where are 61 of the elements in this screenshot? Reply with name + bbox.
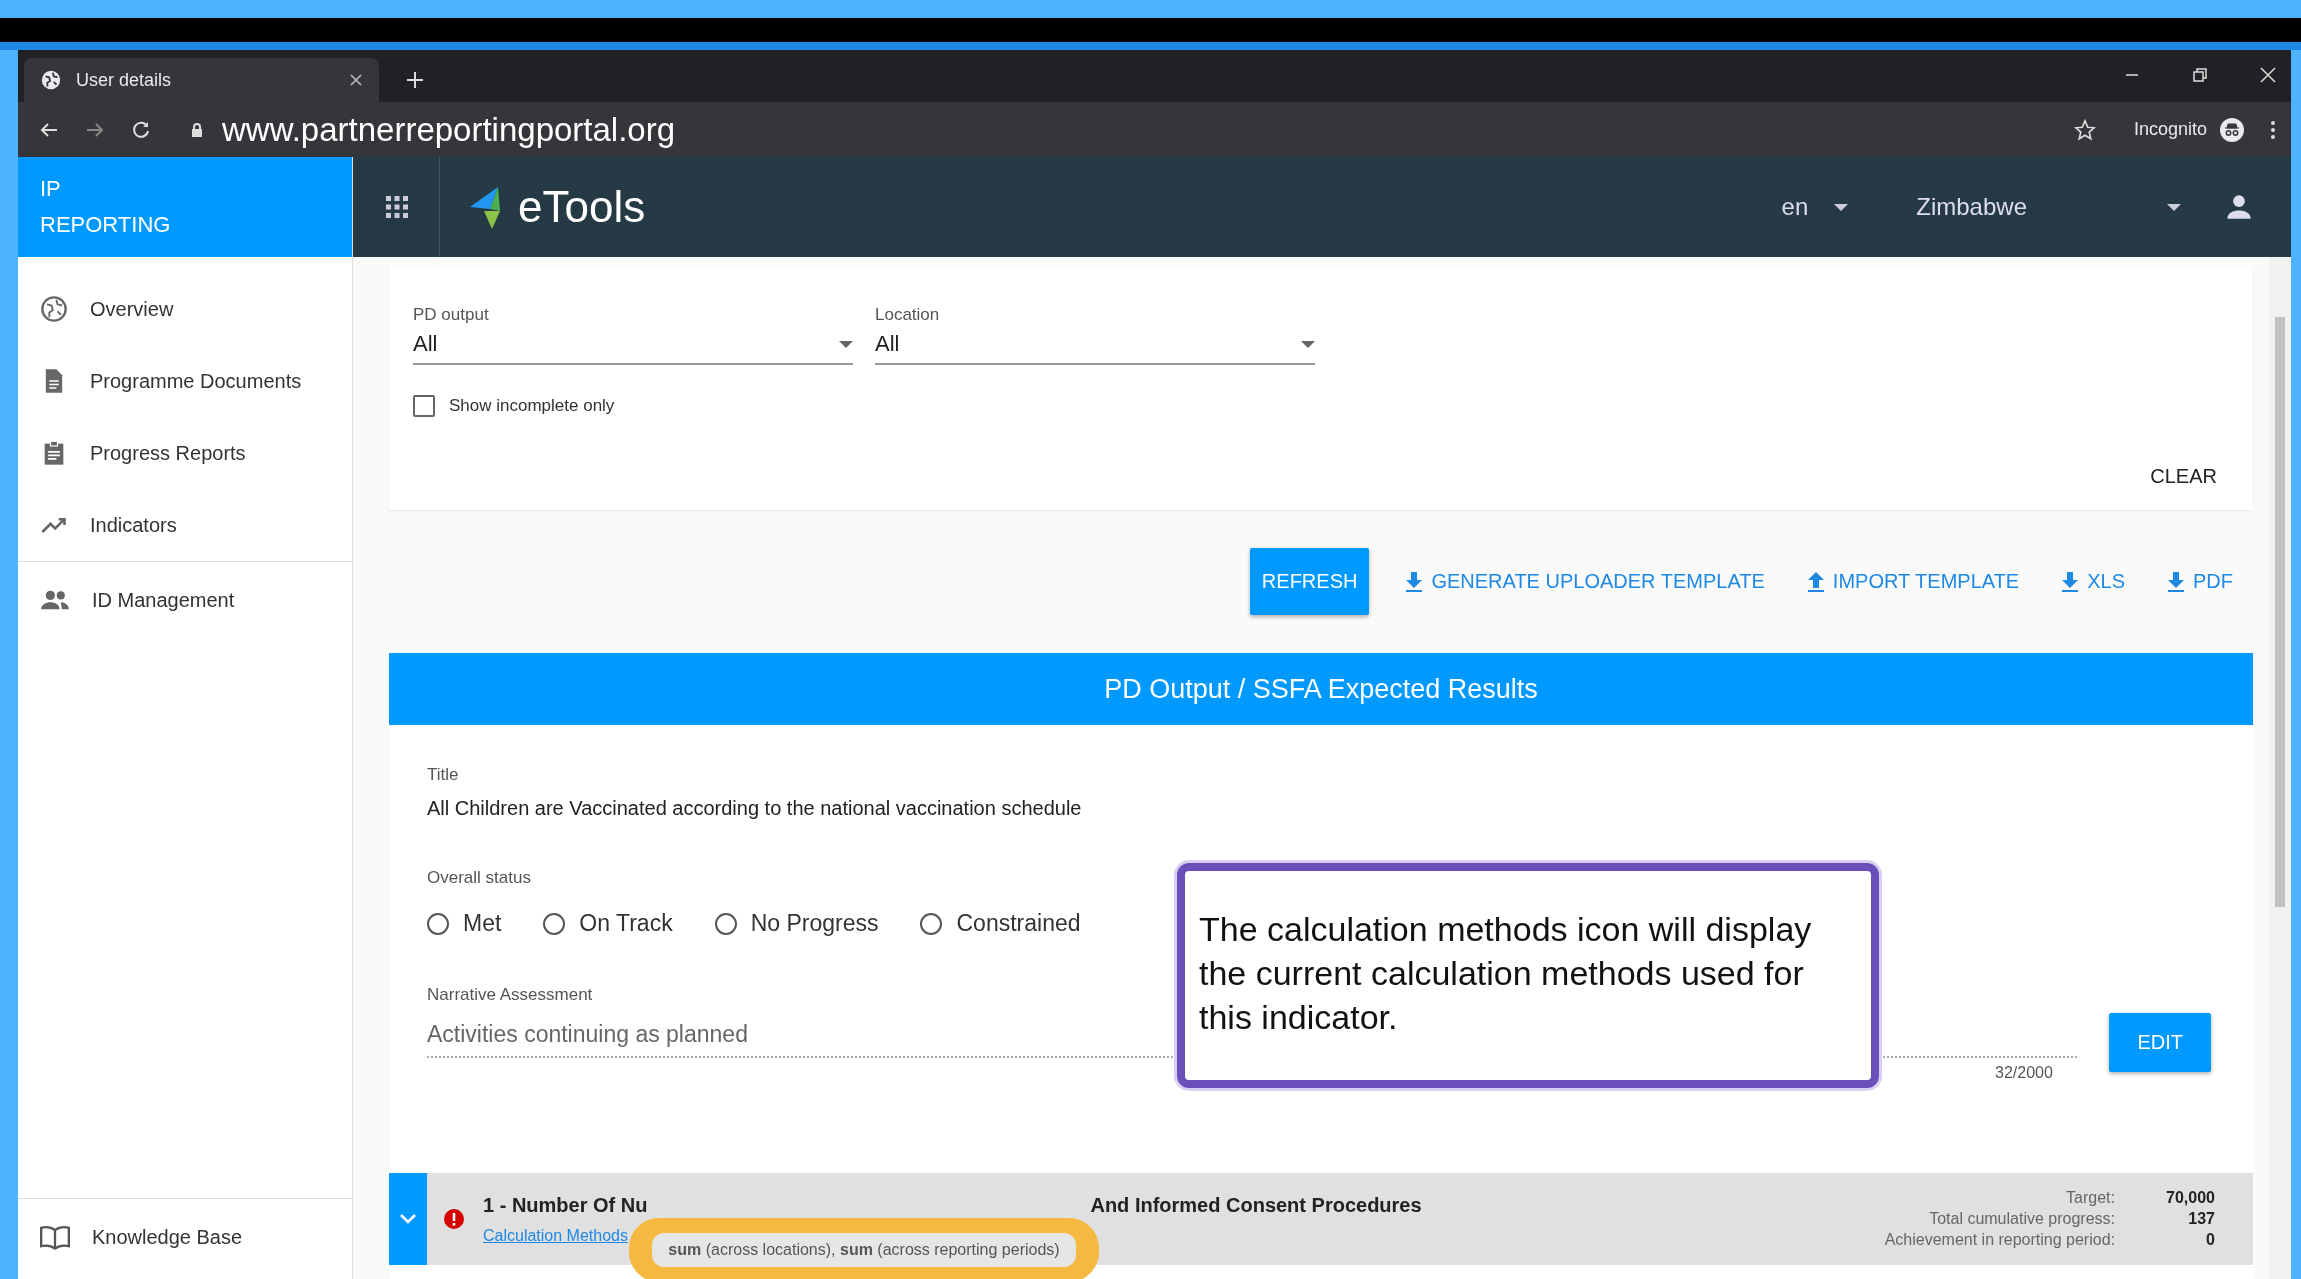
lock-icon — [190, 121, 204, 138]
sidebar-item[interactable]: Indicators — [18, 489, 352, 561]
expand-toggle[interactable] — [389, 1173, 427, 1265]
browser-tab[interactable]: User details — [24, 58, 379, 102]
indicator-title: And Informed Consent Procedures — [1090, 1193, 1422, 1217]
scrollbar-thumb[interactable] — [2275, 317, 2285, 907]
globe-icon — [40, 69, 62, 91]
download-icon — [2167, 570, 2185, 593]
status-radio[interactable]: Met — [427, 910, 502, 937]
title-text: All Children are Vaccinated according to the national vaccination schedule — [427, 797, 1082, 820]
book-icon — [40, 1223, 70, 1251]
restore-icon[interactable] — [2191, 66, 2209, 84]
download-icon — [1405, 570, 1424, 593]
star-icon[interactable] — [2073, 118, 2096, 141]
sidebar-item[interactable]: Knowledge Base — [18, 1201, 352, 1273]
section-header: PD Output / SSFA Expected Results — [389, 653, 2253, 725]
stat-label: Achievement in reporting period: — [1884, 1231, 2115, 1249]
more-icon[interactable] — [2269, 118, 2277, 141]
status-radio[interactable]: Constrained — [920, 910, 1081, 937]
stat-value: 137 — [2187, 1210, 2215, 1228]
field-label: Narrative Assessment — [427, 985, 593, 1005]
status-radio[interactable]: No Progress — [714, 910, 879, 937]
language-dropdown[interactable]: en — [1781, 193, 1849, 221]
clear-button[interactable]: CLEAR — [2138, 457, 2229, 496]
sidebar-item[interactable]: Progress Reports — [18, 417, 352, 489]
close-icon[interactable] — [2259, 66, 2277, 84]
download-icon — [2061, 570, 2080, 593]
callout-note: The calculation methods icon will display the current calculation methods used for this indicator. — [1177, 863, 1879, 1088]
upload-icon — [1806, 570, 1825, 593]
address-field[interactable]: www.partnerreportingportal.org — [176, 108, 2110, 151]
country-dropdown[interactable]: Zimbabwe — [1916, 193, 2181, 221]
plus-icon[interactable] — [405, 70, 425, 90]
stat-label: Target: — [2065, 1189, 2115, 1207]
download-button[interactable]: XLS — [2055, 564, 2131, 599]
sidebar-item[interactable]: ID Management — [18, 564, 352, 636]
download-button[interactable]: GENERATE UPLOADER TEMPLATE — [1399, 564, 1771, 599]
globe-icon — [40, 295, 68, 323]
download-button[interactable]: PDF — [2161, 564, 2239, 599]
chevron-icon — [399, 1213, 417, 1225]
field-label: Title — [427, 765, 459, 785]
sidebar-item[interactable]: Programme Documents — [18, 345, 352, 417]
filter-dropdown[interactable]: Location All — [875, 305, 1315, 365]
stat-label: Total cumulative progress: — [1928, 1210, 2115, 1228]
profile-label: Incognito — [2133, 119, 2207, 140]
indicator-title: 1 - Number Of Nu — [483, 1193, 648, 1217]
incognito-icon[interactable] — [2219, 116, 2245, 143]
user-icon[interactable] — [2225, 193, 2253, 221]
character-count: 32/2000 — [1995, 1064, 2053, 1082]
field-label: Overall status — [427, 868, 531, 888]
filter-dropdown[interactable]: PD output All — [413, 305, 853, 365]
apps-grid-icon[interactable] — [385, 195, 409, 219]
stat-value: 0 — [2205, 1231, 2215, 1249]
sidebar-item[interactable]: Overview — [18, 273, 352, 345]
close-icon[interactable] — [349, 73, 363, 87]
logo-text: eTools — [518, 182, 646, 232]
calculation-tooltip: sum (across locations), sum (across reporting periods) — [652, 1232, 1076, 1267]
stat-value: 70,000 — [2165, 1189, 2215, 1207]
upload-button[interactable]: IMPORT TEMPLATE — [1800, 564, 2026, 599]
status-radio[interactable]: On Track — [543, 910, 673, 937]
error-icon — [443, 1208, 465, 1230]
show-incomplete-checkbox[interactable]: Show incomplete only — [413, 395, 615, 417]
